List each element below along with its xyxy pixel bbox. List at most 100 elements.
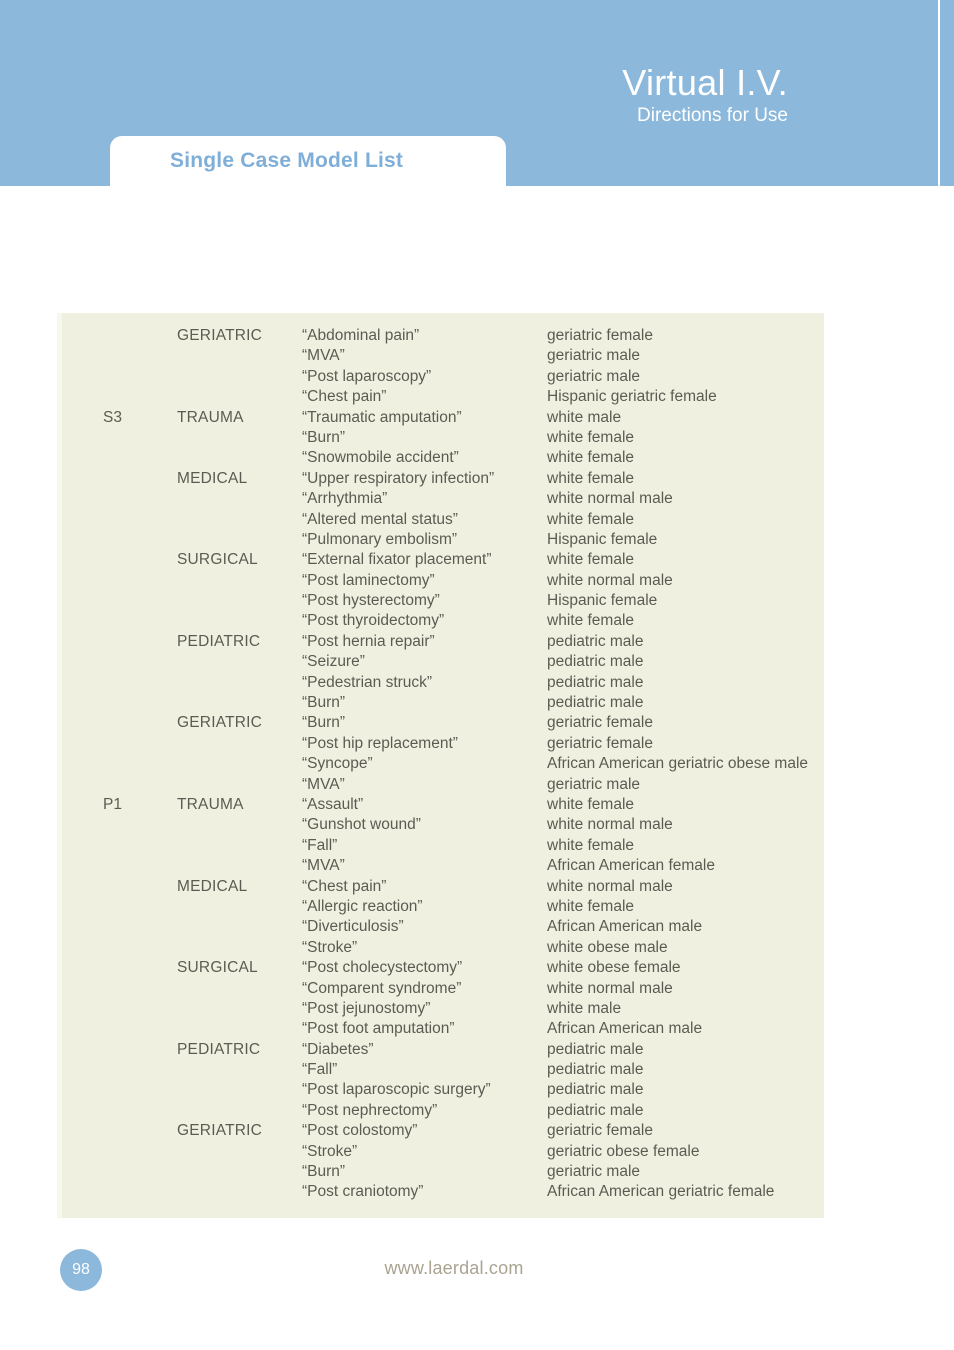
table-cell-description: white female xyxy=(547,510,635,528)
page-header: Virtual I.V. Directions for Use Single C… xyxy=(0,0,954,186)
table-cell-category: SURGICAL xyxy=(177,551,258,569)
table-row: “Stroke” geriatric obese female xyxy=(57,1142,824,1162)
table-cell-case: “Arrhythmia” xyxy=(302,490,388,508)
table-row: MEDICAL “Chest pain” white normal male xyxy=(57,877,824,897)
table-row: “Stroke” white obese male xyxy=(57,938,824,958)
table-cell-case: “Snowmobile accident” xyxy=(302,449,459,467)
table-cell-description: geriatric female xyxy=(547,327,653,344)
table-cell-description: white normal male xyxy=(547,979,673,997)
table-row: P1 TRAUMA “Assault” white female xyxy=(57,795,824,815)
table-cell-case: “Post hip replacement” xyxy=(302,734,458,752)
table-cell-description: geriatric male xyxy=(547,367,641,385)
table-row: “Post laminectomy” white normal male xyxy=(57,571,824,591)
table-cell-description: white female xyxy=(547,449,635,467)
table-row: “Burn” geriatric male xyxy=(57,1162,824,1182)
table-row: “Comparent syndrome” white normal male xyxy=(57,979,824,999)
table-cell-description: Hispanic geriatric female xyxy=(547,388,717,406)
table-row: “MVA” African American female xyxy=(57,856,824,876)
table-cell-case: “Post hernia repair” xyxy=(302,632,435,650)
table-cell-case: “Post jejunostomy” xyxy=(302,999,431,1017)
table-cell-description: white female xyxy=(547,836,635,854)
table-cell-description: geriatric female xyxy=(547,1122,653,1140)
table-cell-description: white obese male xyxy=(547,938,668,956)
table-cell-case: “Post foot amputation” xyxy=(302,1020,455,1038)
table-cell-case: “Burn” xyxy=(302,694,346,712)
table-cell-case: “Post laparoscopic surgery” xyxy=(302,1081,491,1099)
table-row: “MVA” geriatric male xyxy=(57,346,824,366)
table-row: “Fall” white female xyxy=(57,836,824,856)
table-cell-category: GERIATRIC xyxy=(177,327,263,344)
table-row: “Post jejunostomy” white male xyxy=(57,999,824,1019)
table-cell-case: “Burn” xyxy=(302,1163,346,1181)
table-row: “Post thyroidectomy” white female xyxy=(57,611,824,631)
table-cell-case: “Seizure” xyxy=(302,653,365,671)
table-cell-description: white normal male xyxy=(547,490,673,508)
table-row: GERIATRIC “Burn” geriatric female xyxy=(57,713,824,733)
table-cell-case: “Post colostomy” xyxy=(302,1122,418,1140)
table-cell-case: “Traumatic amputation” xyxy=(302,408,462,426)
table-cell-code: S3 xyxy=(103,408,122,426)
table-row: “MVA” geriatric male xyxy=(57,775,824,795)
table-cell-case: “Chest pain” xyxy=(302,388,387,406)
table-cell-category: GERIATRIC xyxy=(177,714,263,732)
page-footer: 98 www.laerdal.com xyxy=(0,1248,954,1308)
table-cell-description: African American geriatric female xyxy=(547,1183,775,1201)
table-cell-description: Hispanic female xyxy=(547,592,658,610)
table-cell-case: “Stroke” xyxy=(302,1142,358,1160)
table-cell-case: “Post thyroidectomy” xyxy=(302,612,445,630)
table-cell-description: white female xyxy=(547,795,635,813)
table-cell-case: “Diabetes” xyxy=(302,1040,374,1058)
table-cell-case: “MVA” xyxy=(302,775,345,793)
table-row: “Arrhythmia” white normal male xyxy=(57,489,824,509)
case-model-table-panel: GERIATRIC “Abdominal pain” geriatric femal… xyxy=(57,313,824,1218)
table-cell-category: PEDIATRIC xyxy=(177,1040,261,1058)
table-cell-description: African American geriatric obese male xyxy=(547,755,809,773)
table-row: “Post craniotomy” African American geriat… xyxy=(57,1182,824,1202)
table-cell-case: “Fall” xyxy=(302,1061,338,1079)
table-row: “Post foot amputation” African American m… xyxy=(57,1019,824,1039)
table-cell-case: “Post craniotomy” xyxy=(302,1183,424,1201)
product-title: Virtual I.V. xyxy=(622,62,788,103)
table-cell-description: pediatric male xyxy=(547,1081,644,1099)
table-row: “Pulmonary embolism” Hispanic female xyxy=(57,530,824,550)
table-row: SURGICAL “Post cholecystectomy” white obes… xyxy=(57,958,824,978)
table-cell-description: white male xyxy=(547,408,622,426)
table-cell-category: MEDICAL xyxy=(177,469,248,487)
table-row: GERIATRIC “Abdominal pain” geriatric femal… xyxy=(57,326,824,346)
table-cell-case: “Comparent syndrome” xyxy=(302,979,462,997)
table-row: “Post hysterectomy” Hispanic female xyxy=(57,591,824,611)
table-cell-case: “Gunshot wound” xyxy=(302,816,421,834)
table-cell-description: pediatric male xyxy=(547,694,644,712)
table-row: GERIATRIC “Post colostomy” geriatric femal… xyxy=(57,1121,824,1141)
table-cell-case: “Abdominal pain” xyxy=(302,327,420,344)
table-cell-description: pediatric male xyxy=(547,653,644,671)
table-cell-description: geriatric obese female xyxy=(547,1142,700,1160)
table-row: “Burn” pediatric male xyxy=(57,693,824,713)
table-cell-case: “Post laparoscopy” xyxy=(302,367,432,385)
table-row: “Seizure” pediatric male xyxy=(57,652,824,672)
table-row: SURGICAL “External fixator placement” whit… xyxy=(57,550,824,570)
table-cell-code: P1 xyxy=(103,795,122,813)
table-cell-case: “Diverticulosis” xyxy=(302,918,404,936)
table-cell-description: African American male xyxy=(547,1020,703,1038)
table-cell-description: white female xyxy=(547,612,635,630)
table-cell-case: “Burn” xyxy=(302,714,346,732)
section-tab: Single Case Model List xyxy=(110,136,506,186)
table-row: PEDIATRIC “Post hernia repair” pediatric m… xyxy=(57,632,824,652)
table-cell-category: TRAUMA xyxy=(177,408,244,426)
table-cell-description: Hispanic female xyxy=(547,530,658,548)
table-cell-case: “Pulmonary embolism” xyxy=(302,530,458,548)
table-cell-description: white female xyxy=(547,551,635,569)
table-row: “Altered mental status” white female xyxy=(57,510,824,530)
table-cell-description: African American female xyxy=(547,857,715,875)
table-cell-case: “MVA” xyxy=(302,347,345,365)
table-cell-description: white normal male xyxy=(547,571,673,589)
table-cell-category: GERIATRIC xyxy=(177,1122,263,1140)
product-subtitle: Directions for Use xyxy=(637,104,788,126)
table-row: MEDICAL “Upper respiratory infection” whit… xyxy=(57,469,824,489)
table-cell-case: “Burn” xyxy=(302,428,346,446)
table-cell-description: white male xyxy=(547,999,622,1017)
table-cell-description: pediatric male xyxy=(547,1101,644,1119)
table-cell-case: “Post hysterectomy” xyxy=(302,592,440,610)
table-cell-case: “Pedestrian struck” xyxy=(302,673,433,691)
